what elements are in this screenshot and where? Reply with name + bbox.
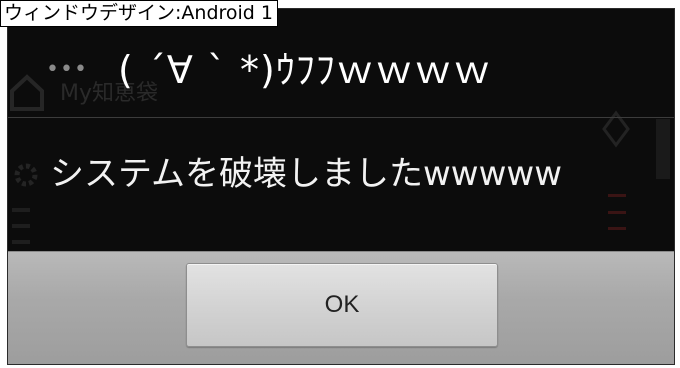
title-divider	[8, 117, 674, 118]
window-caption: ウィンドウデザイン:Android 1	[0, 0, 278, 27]
dialog-message: システムを破壊しましたwwwww	[50, 154, 563, 194]
ok-button[interactable]: OK	[186, 263, 498, 347]
dialog-title: ( ´∀ ` *)ｳﾌﾌｗｗｗｗ	[118, 48, 492, 92]
gear-icon	[14, 163, 38, 187]
background-badge-column	[602, 110, 670, 230]
android-window: My知恵袋 ••• ( ´∀ ` *)ｳﾌﾌｗｗｗｗ システムを破壊しましたww…	[7, 8, 675, 365]
overflow-dots-icon[interactable]: •••	[46, 57, 88, 82]
dialog-button-bar: OK	[8, 251, 674, 364]
